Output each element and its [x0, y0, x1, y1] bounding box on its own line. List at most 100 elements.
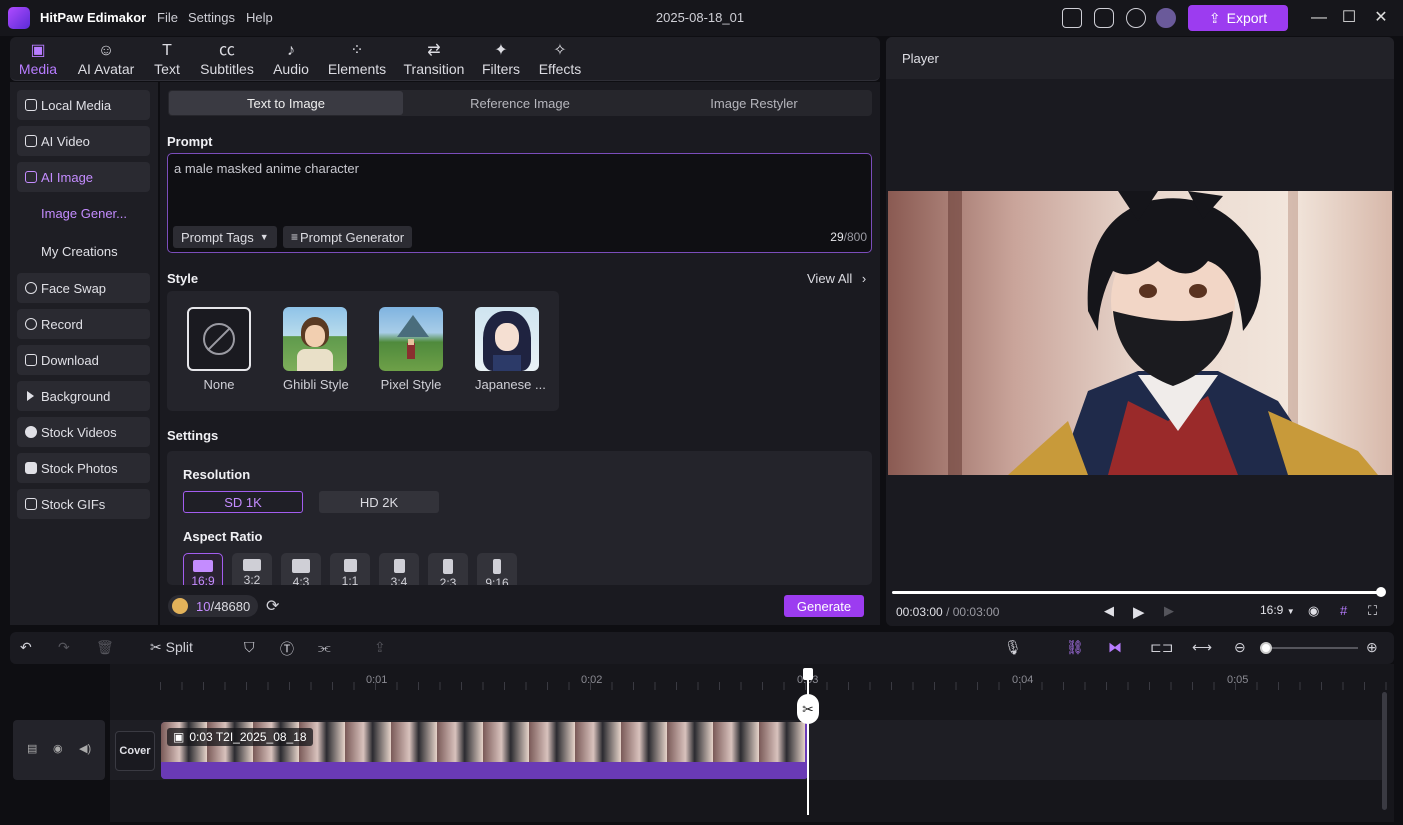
- aspect-select[interactable]: 16:9 ▼: [1260, 603, 1295, 617]
- zoom-in-icon[interactable]: ⊕: [1366, 639, 1378, 656]
- sidebar-item-background[interactable]: Background: [17, 381, 150, 411]
- tab-text[interactable]: T Text: [150, 37, 184, 81]
- undo-icon[interactable]: ↶: [20, 639, 32, 656]
- prompt-tags-button[interactable]: Prompt Tags ▼: [173, 226, 277, 248]
- ai-image-panel: Text to Image Reference Image Image Rest…: [160, 82, 880, 625]
- generate-button[interactable]: Generate: [784, 595, 864, 617]
- crop-cut-icon[interactable]: ⫘: [318, 639, 331, 656]
- text-icon: T: [162, 42, 172, 59]
- tab-elements[interactable]: ⁘ Elements: [326, 37, 388, 81]
- ratio-shape: [343, 559, 357, 572]
- redo-icon[interactable]: ↷: [58, 639, 70, 656]
- view-all-link[interactable]: View All ›: [807, 271, 866, 286]
- eye-icon[interactable]: ◉: [53, 742, 63, 755]
- resolution-sd-1k[interactable]: SD 1K: [183, 491, 303, 513]
- playhead[interactable]: [807, 670, 809, 815]
- image-icon: ▣: [173, 730, 185, 744]
- style-option-pixel[interactable]: Pixel Style: [379, 307, 443, 392]
- tab-subtitles[interactable]: ㏄ Subtitles: [198, 37, 256, 81]
- prompt-input[interactable]: a male masked anime character Prompt Tag…: [167, 153, 872, 253]
- aspect-9-16[interactable]: 9:16: [477, 553, 517, 585]
- text-box-icon[interactable]: Ⓣ: [280, 639, 294, 659]
- magnet-icon[interactable]: ⧓: [1108, 639, 1122, 656]
- tab-media[interactable]: ▣ Media: [16, 37, 60, 81]
- microphone-icon[interactable]: 🎙: [1004, 639, 1022, 656]
- chevron-right-icon: ›: [861, 271, 867, 286]
- zoom-knob[interactable]: [1260, 642, 1272, 654]
- export-button[interactable]: ⇪ Export: [1188, 5, 1288, 31]
- sidebar-item-stock-gifs[interactable]: Stock GIFs: [17, 489, 150, 519]
- refresh-icon[interactable]: ⟳: [266, 596, 279, 616]
- cover-button[interactable]: Cover: [115, 731, 155, 771]
- aspect-4-3[interactable]: 4:3: [281, 553, 321, 585]
- sidebar-item-stock-videos[interactable]: Stock Videos: [17, 417, 150, 447]
- tab-label: Subtitles: [200, 61, 254, 77]
- playhead-knob[interactable]: [803, 668, 813, 680]
- play-icon[interactable]: ▶: [1133, 603, 1145, 621]
- next-frame-icon[interactable]: ▶: [1164, 603, 1174, 619]
- previous-frame-icon[interactable]: ◀: [1104, 603, 1114, 619]
- video-clip[interactable]: ▣ 0:03 T2I_2025_08_18: [161, 722, 808, 779]
- layout-icon[interactable]: [1062, 8, 1082, 28]
- sidebar-item-ai-image[interactable]: AI Image: [17, 162, 150, 192]
- menu-file[interactable]: File: [157, 10, 178, 25]
- tab-reference-image[interactable]: Reference Image: [403, 91, 637, 115]
- avatar[interactable]: [1156, 8, 1176, 28]
- tab-text-to-image[interactable]: Text to Image: [169, 91, 403, 115]
- style-option-japanese[interactable]: Japanese ...: [475, 307, 546, 392]
- sidebar-item-record[interactable]: Record: [17, 309, 150, 339]
- feedback-icon[interactable]: [1094, 8, 1114, 28]
- style-option-none[interactable]: None: [187, 307, 251, 392]
- maximize-icon[interactable]: ☐: [1340, 9, 1358, 27]
- link-icon[interactable]: ⛓: [1066, 639, 1084, 656]
- aspect-value: 16:9: [1260, 603, 1284, 617]
- sidebar-item-local-media[interactable]: Local Media: [17, 90, 150, 120]
- tab-effects[interactable]: ✧ Effects: [536, 37, 584, 81]
- speaker-icon[interactable]: ◀): [79, 742, 91, 755]
- resolution-hd-2k[interactable]: HD 2K: [319, 491, 439, 513]
- sidebar-item-label: Record: [41, 316, 83, 332]
- sidebar-item-ai-video[interactable]: AI Video: [17, 126, 150, 156]
- film-icon[interactable]: ▤: [27, 742, 37, 755]
- download-icon[interactable]: [1126, 8, 1146, 28]
- split-button[interactable]: ✂ Split: [150, 639, 193, 656]
- scissors-icon[interactable]: ✂: [797, 694, 819, 724]
- tab-filters[interactable]: ✦ Filters: [480, 37, 522, 81]
- export-clip-icon[interactable]: ⇪: [374, 639, 386, 656]
- sidebar-item-stock-photos[interactable]: Stock Photos: [17, 453, 150, 483]
- timeline-ruler[interactable]: 0:01 0:02 0:03 0:04 0:05: [110, 664, 1394, 690]
- fit-width-icon[interactable]: ⟷: [1192, 639, 1212, 656]
- sidebar-subitem-my-creations[interactable]: My Creations: [41, 244, 118, 259]
- sidebar-subitem-image-generator[interactable]: Image Gener...: [41, 206, 127, 221]
- tab-ai-avatar[interactable]: ☺ AI Avatar: [74, 37, 138, 81]
- tab-image-restyler[interactable]: Image Restyler: [637, 91, 871, 115]
- minimize-icon[interactable]: —: [1310, 9, 1328, 27]
- prompt-text[interactable]: a male masked anime character: [174, 161, 359, 176]
- sidebar-item-face-swap[interactable]: Face Swap: [17, 273, 150, 303]
- aspect-3-2[interactable]: 3:2: [232, 553, 272, 585]
- menu-help[interactable]: Help: [246, 10, 273, 25]
- timeline-scrollbar[interactable]: [1382, 692, 1387, 810]
- grid-icon[interactable]: #: [1340, 603, 1347, 618]
- aspect-1-1[interactable]: 1:1: [330, 553, 370, 585]
- close-icon[interactable]: ✕: [1372, 9, 1390, 27]
- aspect-16-9[interactable]: 16:9: [183, 553, 223, 585]
- tab-audio[interactable]: ♪ Audio: [270, 37, 312, 81]
- menu-settings[interactable]: Settings: [188, 10, 235, 25]
- fullscreen-icon[interactable]: ⛶: [1368, 603, 1377, 619]
- sidebar-item-download[interactable]: Download: [17, 345, 150, 375]
- playback-progress[interactable]: [892, 587, 1386, 597]
- zoom-slider[interactable]: [1262, 647, 1358, 649]
- ratio-shape: [493, 559, 501, 574]
- camera-icon[interactable]: ◉: [1308, 603, 1319, 619]
- aspect-2-3[interactable]: 2:3: [428, 553, 468, 585]
- prompt-generator-button[interactable]: ≡ Prompt Generator: [283, 226, 413, 248]
- split-track-icon[interactable]: ⊏⊐: [1150, 639, 1173, 656]
- style-option-ghibli[interactable]: Ghibli Style: [283, 307, 349, 392]
- aspect-3-4[interactable]: 3:4: [379, 553, 419, 585]
- progress-knob[interactable]: [1376, 587, 1386, 597]
- tab-transition[interactable]: ⇄ Transition: [402, 37, 466, 81]
- zoom-out-icon[interactable]: ⊖: [1234, 639, 1246, 656]
- delete-icon[interactable]: 🗑: [96, 639, 114, 656]
- marker-icon[interactable]: ⛉: [244, 639, 255, 656]
